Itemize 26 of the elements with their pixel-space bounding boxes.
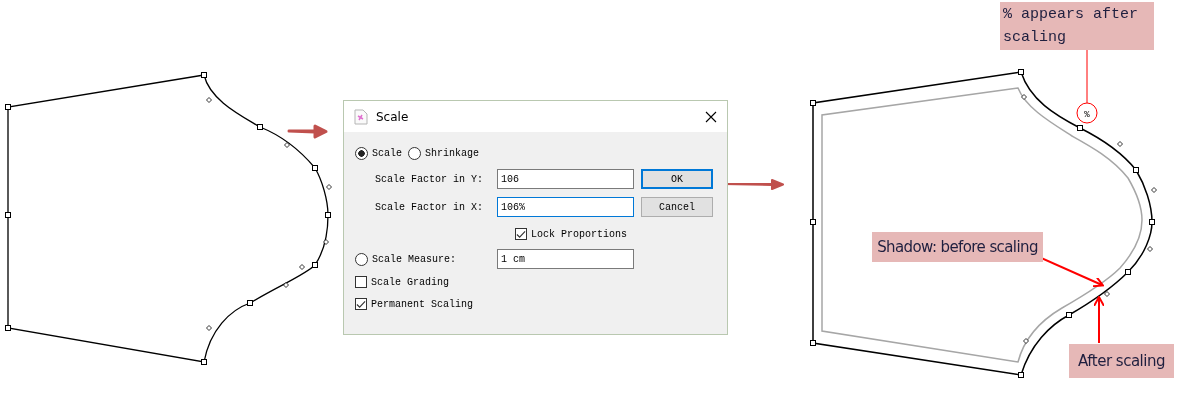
- arrow-icon: [287, 124, 328, 139]
- callout-label: After scaling: [1069, 344, 1174, 378]
- checkmark-icon: [516, 229, 526, 239]
- input-field[interactable]: 106: [497, 169, 634, 189]
- close-icon[interactable]: [705, 110, 717, 123]
- highlight-circle: [1076, 102, 1098, 124]
- percent-mark: %: [1084, 110, 1090, 120]
- ok-button[interactable]: OK: [641, 169, 713, 189]
- radio-option[interactable]: Scale Measure:: [355, 252, 497, 266]
- radio-option[interactable]: Shrinkage: [408, 146, 480, 160]
- leader-line: [1086, 49, 1088, 104]
- field-label: Scale Factor in Y:: [375, 173, 485, 185]
- callout-label: Shadow: before scaling: [872, 232, 1043, 262]
- checkbox-option[interactable]: Permanent Scaling: [355, 298, 474, 310]
- callout-label: % appears after scaling: [1000, 2, 1154, 50]
- radio-option[interactable]: Scale: [355, 146, 402, 160]
- cancel-button[interactable]: Cancel: [641, 197, 713, 217]
- pointer-arrow: [1093, 296, 1105, 344]
- checkbox-option[interactable]: Scale Grading: [355, 276, 449, 288]
- input-field[interactable]: 106%: [497, 197, 634, 217]
- window-title: Scale: [376, 109, 410, 124]
- input-field[interactable]: 1 cm: [497, 249, 634, 269]
- checkmark-icon: [356, 299, 366, 309]
- document-icon: [354, 108, 368, 125]
- checkbox-option[interactable]: Lock Proportions: [515, 228, 627, 240]
- field-label: Scale Factor in X:: [375, 201, 485, 213]
